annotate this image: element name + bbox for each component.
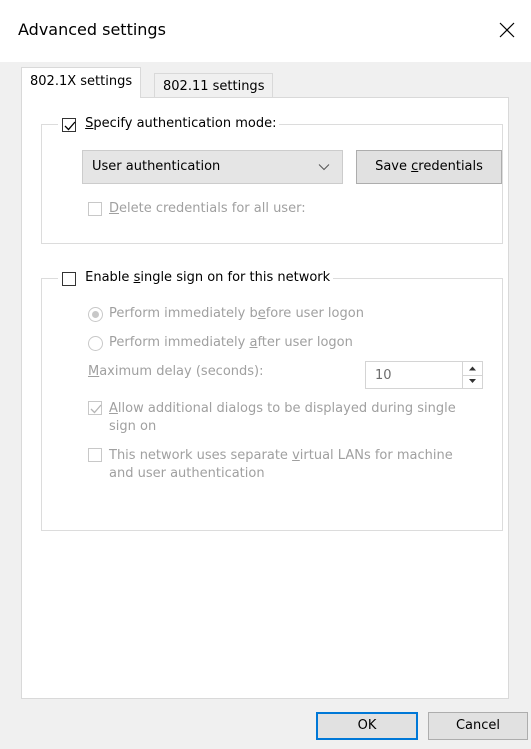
spin-up-button[interactable] bbox=[463, 362, 482, 376]
arrow-up-icon bbox=[469, 366, 476, 371]
separate-vlans-checkbox[interactable] bbox=[88, 448, 102, 462]
delete-credentials-checkbox[interactable] bbox=[88, 202, 102, 216]
max-delay-value: 10 bbox=[375, 368, 392, 383]
auth-mode-select-value: User authentication bbox=[92, 159, 221, 174]
close-icon bbox=[499, 22, 515, 38]
tab-802-11-settings[interactable]: 802.11 settings bbox=[154, 73, 274, 98]
max-delay-spinbox[interactable]: 10 bbox=[365, 361, 483, 389]
allow-additional-dialogs-checkbox[interactable] bbox=[88, 401, 102, 415]
window-title: Advanced settings bbox=[18, 20, 166, 39]
ok-button[interactable]: OK bbox=[316, 712, 418, 740]
allow-additional-dialogs-label: Allow additional dialogs to be displayed… bbox=[109, 401, 456, 434]
spin-down-button[interactable] bbox=[463, 375, 482, 388]
specify-auth-mode-label: Specify authentication mode: bbox=[85, 116, 277, 131]
perform-before-logon-label: Perform immediately before user logon bbox=[109, 306, 364, 321]
cancel-button[interactable]: Cancel bbox=[428, 712, 528, 740]
separate-vlans-label: This network uses separate virtual LANs … bbox=[109, 448, 453, 481]
checkmark-icon bbox=[90, 404, 102, 414]
checkmark-icon bbox=[64, 121, 76, 131]
save-credentials-button[interactable]: Save credentials bbox=[356, 150, 502, 184]
title-bar: Advanced settings bbox=[0, 0, 531, 62]
tab-label: 802.11 settings bbox=[163, 79, 265, 94]
perform-after-logon-label: Perform immediately after user logon bbox=[109, 335, 353, 350]
enable-sso-label: Enable single sign on for this network bbox=[85, 270, 331, 285]
arrow-down-icon bbox=[469, 379, 476, 383]
max-delay-label: Maximum delay (seconds): bbox=[88, 364, 264, 379]
delete-credentials-label: Delete credentials for all user: bbox=[109, 201, 306, 216]
tab-label: 802.1X settings bbox=[30, 74, 133, 89]
perform-after-logon-radio[interactable] bbox=[88, 336, 103, 351]
spin-arrows bbox=[462, 362, 482, 388]
close-button[interactable] bbox=[485, 8, 531, 54]
specify-auth-mode-checkbox[interactable] bbox=[62, 118, 76, 132]
radio-selected-dot bbox=[92, 311, 99, 318]
auth-mode-group bbox=[41, 124, 503, 244]
enable-sso-checkbox[interactable] bbox=[62, 272, 76, 286]
tab-802-1x-settings[interactable]: 802.1X settings bbox=[21, 67, 142, 98]
sso-legend: Enable single sign on for this network bbox=[58, 270, 334, 288]
auth-mode-legend: Specify authentication mode: bbox=[58, 116, 280, 134]
perform-before-logon-radio[interactable] bbox=[88, 307, 103, 322]
auth-mode-select[interactable]: User authentication bbox=[82, 150, 343, 184]
chevron-down-icon bbox=[318, 164, 330, 171]
